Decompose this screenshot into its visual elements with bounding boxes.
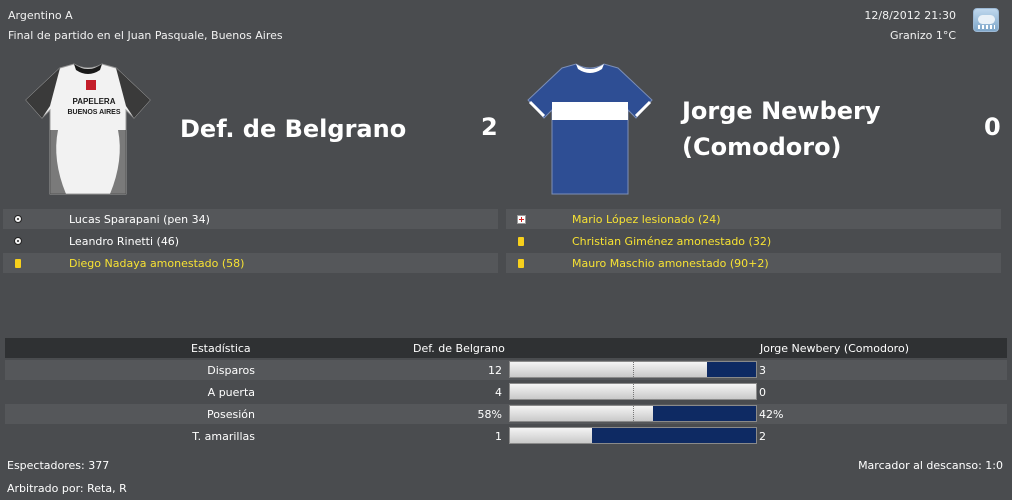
event-row: Diego Nadaya amonestado (58) [3,253,498,273]
venue-status: Final de partido en el Juan Pasquale, Bu… [8,29,283,42]
event-row: Christian Giménez amonestado (32) [506,231,1001,251]
event-text[interactable]: Leandro Rinetti (46) [69,235,179,248]
stat-bar-away-fill [652,406,756,421]
stat-label: Posesión [207,407,255,421]
stats-header-row: Estadística Def. de Belgrano Jorge Newbe… [5,338,1007,358]
yellow-card-icon [3,258,33,268]
event-text[interactable]: Mauro Maschio amonestado (90+2) [572,257,769,270]
stat-away-value: 0 [759,385,766,399]
stat-bar-away-fill [706,362,756,377]
stat-row-possession: Posesión 58% 42% [5,404,1007,424]
stats-header-label: Estadística [191,341,251,355]
injury-icon [506,214,536,224]
event-row: Leandro Rinetti (46) [3,231,498,251]
yellow-card-icon [506,236,536,246]
stat-row-shots: Disparos 12 3 [5,360,1007,380]
svg-text:BUENOS AIRES: BUENOS AIRES [67,109,120,116]
stat-home-value: 58% [477,407,502,421]
stat-away-value: 3 [759,363,766,377]
referee-link[interactable]: Arbitrado por: Reta, R [7,482,127,495]
event-row: Lucas Sparapani (pen 34) [3,209,498,229]
home-shirt-icon: PAPELERA BUENOS AIRES [22,60,154,198]
stat-label: Disparos [207,363,255,377]
stat-home-value: 1 [495,429,502,443]
stat-home-value: 4 [495,385,502,399]
stat-away-value: 42% [759,407,784,421]
halftime-score-text: Marcador al descanso: 1:0 [858,459,1003,472]
event-text[interactable]: Mario López lesionado (24) [572,213,721,226]
stat-bar [509,361,757,378]
event-text[interactable]: Lucas Sparapani (pen 34) [69,213,210,226]
goal-ball-icon [3,215,33,223]
goal-ball-icon [3,237,33,245]
away-team-name-line2: (Comodoro) [682,133,842,161]
away-team-name[interactable]: Jorge Newbery (Comodoro) [682,93,881,165]
stat-row-yellow-cards: T. amarillas 1 2 [5,426,1007,446]
stat-bar [509,405,757,422]
stat-bar-away-fill [591,428,756,443]
weather-text: Granizo 1°C [890,29,956,42]
spectators-text: Espectadores: 377 [7,459,110,472]
stat-row-on-target: A puerta 4 0 [5,382,1007,402]
event-row: Mauro Maschio amonestado (90+2) [506,253,1001,273]
event-row: Mario López lesionado (24) [506,209,1001,229]
stat-away-value: 2 [759,429,766,443]
stat-home-value: 12 [488,363,502,377]
competition-name: Argentino A [8,9,73,22]
event-text[interactable]: Diego Nadaya amonestado (58) [69,257,244,270]
stat-label: T. amarillas [192,429,255,443]
event-text[interactable]: Christian Giménez amonestado (32) [572,235,771,248]
stats-header-home: Def. de Belgrano [413,341,505,355]
stat-label: A puerta [207,385,255,399]
hail-cloud-icon [973,8,999,32]
away-team-name-line1: Jorge Newbery [682,97,881,125]
away-score: 0 [984,113,1001,141]
home-team-name[interactable]: Def. de Belgrano [180,111,406,147]
stat-bar [509,427,757,444]
yellow-card-icon [506,258,536,268]
away-shirt-icon [524,60,656,198]
home-score: 2 [481,113,498,141]
match-datetime: 12/8/2012 21:30 [864,9,956,22]
svg-text:PAPELERA: PAPELERA [73,97,116,106]
stats-header-away: Jorge Newbery (Comodoro) [760,341,909,355]
stat-bar [509,383,757,400]
